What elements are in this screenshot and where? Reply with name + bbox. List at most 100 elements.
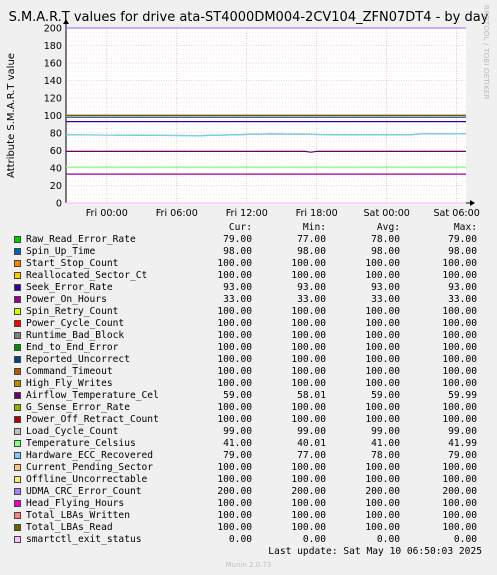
- legend-row: Airflow_Temperature_Cel 59.00 58.01 59.00 59…: [10, 390, 490, 402]
- legend-swatch: [14, 500, 21, 507]
- y-tick-label: 160: [44, 59, 62, 70]
- legend-min-value: 100.00: [291, 330, 326, 341]
- legend-row: Power_Off_Retract_Count 100.00 100.00 100.0…: [10, 414, 490, 426]
- legend-max-value: 100.00: [442, 306, 477, 317]
- legend-swatch: [14, 536, 21, 543]
- legend-max-value: 100.00: [442, 522, 477, 533]
- legend-cur-value: 100.00: [217, 462, 252, 473]
- y-tick-label: 100: [44, 111, 62, 122]
- legend-avg-value: 100.00: [365, 510, 400, 521]
- last-update: Last update: Sat May 10 06:50:03 2025: [268, 546, 482, 557]
- legend-max-value: 100.00: [442, 330, 477, 341]
- legend-avg-value: 100.00: [365, 354, 400, 365]
- legend-min-value: 100.00: [291, 498, 326, 509]
- legend-swatch: [14, 248, 21, 255]
- legend-swatch: [14, 428, 21, 435]
- chart-area: 0 20 40 60 80 100 120 140 160 180 200 Fri 00:00 Fri …: [6, 19, 480, 219]
- legend-row: Total_LBAs_Read 100.00 100.00 100.00 100.00: [10, 522, 490, 534]
- legend-swatch: [14, 356, 21, 363]
- y-tick-label: 40: [50, 164, 62, 175]
- legend-swatch: [14, 380, 21, 387]
- legend-series-name: Head_Flying_Hours: [26, 498, 125, 509]
- legend-avg-value: 99.00: [371, 426, 400, 437]
- legend-max-value: 79.00: [448, 450, 477, 461]
- legend-min-value: 0.00: [302, 534, 326, 545]
- legend-cur-value: 100.00: [217, 354, 252, 365]
- legend-min-value: 100.00: [291, 522, 326, 533]
- legend-min-value: 100.00: [291, 402, 326, 413]
- legend-min-value: 99.00: [297, 426, 326, 437]
- legend-avg-value: 100.00: [365, 462, 400, 473]
- legend-series-name: UDMA_CRC_Error_Count: [26, 486, 142, 497]
- legend-min-value: 100.00: [291, 258, 326, 269]
- legend-series-name: Runtime_Bad_Block: [26, 330, 125, 341]
- legend-avg-value: 100.00: [365, 474, 400, 485]
- legend-series-name: Reallocated_Sector_Ct: [26, 270, 148, 281]
- legend-header-cur: Cur:: [228, 222, 252, 233]
- legend-max-value: 0.00: [453, 534, 477, 545]
- legend-avg-value: 100.00: [365, 402, 400, 413]
- legend-row: End_to_End_Error 100.00 100.00 100.00 100.00: [10, 342, 490, 354]
- legend-max-value: 59.99: [448, 390, 477, 401]
- legend-row: Start_Stop_Count 100.00 100.00 100.00 100.00: [10, 258, 490, 270]
- legend-avg-value: 0.00: [376, 534, 400, 545]
- legend-max-value: 100.00: [442, 342, 477, 353]
- legend-avg-value: 41.00: [371, 438, 400, 449]
- legend-cur-value: 59.00: [223, 390, 252, 401]
- y-tick-label: 200: [44, 24, 62, 35]
- legend-min-value: 77.00: [297, 234, 326, 245]
- legend-series-name: Raw_Read_Error_Rate: [26, 234, 136, 245]
- legend-max-value: 100.00: [442, 402, 477, 413]
- legend-cur-value: 100.00: [217, 330, 252, 341]
- legend-swatch: [14, 332, 21, 339]
- legend-swatch: [14, 320, 21, 327]
- legend-min-value: 100.00: [291, 306, 326, 317]
- legend-avg-value: 100.00: [365, 342, 400, 353]
- legend-max-value: 93.00: [448, 282, 477, 293]
- legend-avg-value: 59.00: [371, 390, 400, 401]
- legend-series-name: End_to_End_Error: [26, 342, 119, 353]
- legend-swatch: [14, 440, 21, 447]
- legend-header-min: Min:: [302, 222, 326, 233]
- x-tick-label: Fri 12:00: [226, 208, 268, 219]
- legend-avg-value: 100.00: [365, 306, 400, 317]
- legend-series-name: Power_On_Hours: [26, 294, 107, 305]
- legend-avg-value: 100.00: [365, 330, 400, 341]
- legend-min-value: 33.00: [297, 294, 326, 305]
- legend-max-value: 33.00: [448, 294, 477, 305]
- legend-row: Reallocated_Sector_Ct 100.00 100.00 100.00 1…: [10, 270, 490, 282]
- legend-cur-value: 200.00: [217, 486, 252, 497]
- legend-min-value: 100.00: [291, 462, 326, 473]
- legend-max-value: 100.00: [442, 498, 477, 509]
- legend-row: Reported_Uncorrect 100.00 100.00 100.00 100.…: [10, 354, 490, 366]
- legend-swatch: [14, 512, 21, 519]
- legend-cur-value: 100.00: [217, 366, 252, 377]
- legend-series-name: High_Fly_Writes: [26, 378, 113, 389]
- legend-cur-value: 100.00: [217, 414, 252, 425]
- legend-max-value: 100.00: [442, 474, 477, 485]
- legend-min-value: 200.00: [291, 486, 326, 497]
- legend-series-name: Start_Stop_Count: [26, 258, 119, 269]
- legend-series-name: Spin_Retry_Count: [26, 306, 119, 317]
- legend-row: Hardware_ECC_Recovered 79.00 77.00 78.00 79.…: [10, 450, 490, 462]
- legend-series-name: Airflow_Temperature_Cel: [26, 390, 159, 401]
- legend-row: Head_Flying_Hours 100.00 100.00 100.00 100.0…: [10, 498, 490, 510]
- legend-header-avg: Avg:: [376, 222, 400, 233]
- legend-swatch: [14, 296, 21, 303]
- y-tick-label: 180: [44, 41, 62, 52]
- legend-min-value: 98.00: [297, 246, 326, 257]
- legend-series-name: Offline_Uncorrectable: [26, 474, 148, 485]
- legend-cur-value: 100.00: [217, 510, 252, 521]
- legend-min-value: 100.00: [291, 342, 326, 353]
- legend-max-value: 100.00: [442, 510, 477, 521]
- legend-max-value: 100.00: [442, 318, 477, 329]
- legend-avg-value: 100.00: [365, 498, 400, 509]
- legend-min-value: 93.00: [297, 282, 326, 293]
- legend-series-name: G_Sense_Error_Rate: [26, 402, 130, 413]
- legend-avg-value: 100.00: [365, 378, 400, 389]
- legend-row: smartctl_exit_status 0.00 0.00 0.00 0.00: [10, 534, 490, 546]
- legend-cur-value: 100.00: [217, 318, 252, 329]
- legend-min-value: 100.00: [291, 414, 326, 425]
- x-tick-label: Sat 06:00: [433, 208, 479, 219]
- x-tick-label: Fri 06:00: [156, 208, 198, 219]
